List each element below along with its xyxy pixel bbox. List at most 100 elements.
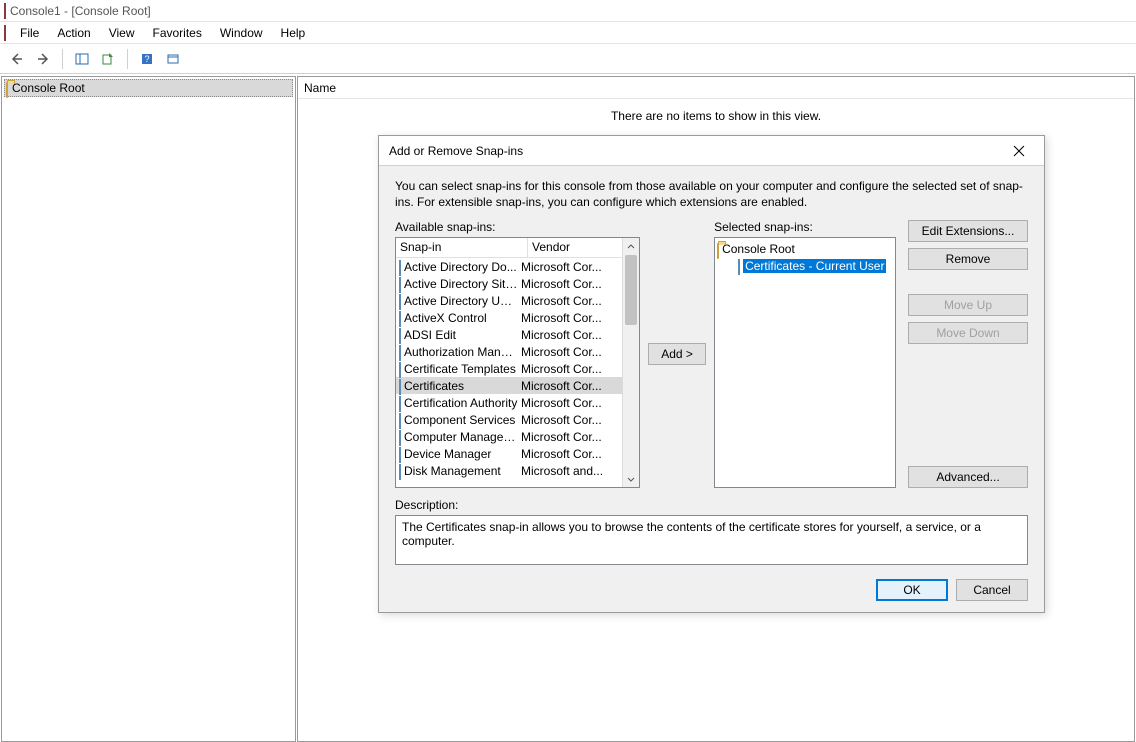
snapin-icon bbox=[399, 311, 401, 325]
selected-child-node[interactable]: Certificates - Current User bbox=[717, 257, 893, 274]
snapin-row[interactable]: Component ServicesMicrosoft Cor... bbox=[396, 411, 622, 428]
move-up-button[interactable]: Move Up bbox=[908, 294, 1028, 316]
snapin-icon bbox=[399, 277, 401, 291]
help-button[interactable]: ? bbox=[136, 48, 158, 70]
snapin-vendor: Microsoft Cor... bbox=[521, 379, 619, 393]
snapin-name: Device Manager bbox=[404, 447, 518, 461]
selected-root-node[interactable]: Console Root bbox=[717, 240, 893, 257]
certificate-icon bbox=[738, 259, 740, 273]
list-header: Name bbox=[298, 77, 1134, 99]
empty-message: There are no items to show in this view. bbox=[298, 99, 1134, 133]
arrow-right-icon bbox=[36, 52, 50, 66]
snapin-vendor: Microsoft Cor... bbox=[521, 345, 619, 359]
column-snapin[interactable]: Snap-in bbox=[396, 238, 528, 257]
dialog-title: Add or Remove Snap-ins bbox=[389, 144, 523, 158]
snapin-vendor: Microsoft Cor... bbox=[521, 311, 619, 325]
mmc-icon bbox=[4, 4, 6, 18]
toolbar-separator bbox=[62, 49, 63, 69]
menu-file[interactable]: File bbox=[12, 24, 47, 42]
folder-icon bbox=[717, 242, 719, 256]
snapin-row[interactable]: Active Directory Do...Microsoft Cor... bbox=[396, 258, 622, 275]
menu-favorites[interactable]: Favorites bbox=[145, 24, 210, 42]
show-hide-tree-button[interactable] bbox=[71, 48, 93, 70]
snapin-row[interactable]: CertificatesMicrosoft Cor... bbox=[396, 377, 622, 394]
arrow-left-icon bbox=[10, 52, 24, 66]
close-icon bbox=[1013, 145, 1025, 157]
snapin-row[interactable]: Certification AuthorityMicrosoft Cor... bbox=[396, 394, 622, 411]
help-icon: ? bbox=[140, 52, 154, 66]
snapin-icon bbox=[399, 260, 401, 274]
selected-snapins-tree[interactable]: Console Root Certificates - Current User bbox=[714, 237, 896, 488]
scrollbar[interactable] bbox=[622, 238, 639, 487]
ok-button[interactable]: OK bbox=[876, 579, 948, 601]
menu-help[interactable]: Help bbox=[273, 24, 314, 42]
back-button[interactable] bbox=[6, 48, 28, 70]
snapin-name: ActiveX Control bbox=[404, 311, 518, 325]
menu-action[interactable]: Action bbox=[49, 24, 98, 42]
remove-button[interactable]: Remove bbox=[908, 248, 1028, 270]
snapin-icon bbox=[399, 294, 401, 308]
chevron-down-icon bbox=[627, 475, 635, 483]
mmc-small-icon bbox=[4, 26, 6, 40]
snapin-vendor: Microsoft Cor... bbox=[521, 430, 619, 444]
snapin-row[interactable]: Computer Managem...Microsoft Cor... bbox=[396, 428, 622, 445]
snapin-vendor: Microsoft Cor... bbox=[521, 260, 619, 274]
toolbar-separator bbox=[127, 49, 128, 69]
description-label: Description: bbox=[395, 498, 1028, 512]
selected-root-label: Console Root bbox=[722, 242, 795, 256]
menu-window[interactable]: Window bbox=[212, 24, 271, 42]
tree-pane[interactable]: Console Root bbox=[1, 76, 296, 742]
export-button[interactable] bbox=[97, 48, 119, 70]
tree-root-label: Console Root bbox=[12, 81, 85, 95]
snapin-vendor: Microsoft Cor... bbox=[521, 396, 619, 410]
window-icon bbox=[166, 52, 180, 66]
svg-text:?: ? bbox=[144, 54, 149, 64]
snapin-row[interactable]: Disk ManagementMicrosoft and... bbox=[396, 462, 622, 479]
menu-view[interactable]: View bbox=[101, 24, 143, 42]
scroll-up-button[interactable] bbox=[623, 238, 639, 255]
available-snapins-list[interactable]: Snap-in Vendor Active Directory Do...Mic… bbox=[395, 237, 640, 488]
advanced-button[interactable]: Advanced... bbox=[908, 466, 1028, 488]
snapin-row[interactable]: ActiveX ControlMicrosoft Cor... bbox=[396, 309, 622, 326]
snapin-row[interactable]: Active Directory Use...Microsoft Cor... bbox=[396, 292, 622, 309]
snapin-vendor: Microsoft Cor... bbox=[521, 362, 619, 376]
snapin-vendor: Microsoft Cor... bbox=[521, 447, 619, 461]
export-icon bbox=[101, 52, 115, 66]
chevron-up-icon bbox=[627, 243, 635, 251]
snapin-row[interactable]: Device ManagerMicrosoft Cor... bbox=[396, 445, 622, 462]
snapin-vendor: Microsoft and... bbox=[521, 464, 619, 478]
snapin-vendor: Microsoft Cor... bbox=[521, 277, 619, 291]
snapin-name: ADSI Edit bbox=[404, 328, 518, 342]
forward-button[interactable] bbox=[32, 48, 54, 70]
new-window-button[interactable] bbox=[162, 48, 184, 70]
snapin-row[interactable]: Active Directory Site...Microsoft Cor... bbox=[396, 275, 622, 292]
scroll-down-button[interactable] bbox=[623, 470, 639, 487]
edit-extensions-button[interactable]: Edit Extensions... bbox=[908, 220, 1028, 242]
snapin-icon bbox=[399, 362, 401, 376]
snapin-icon bbox=[399, 345, 401, 359]
selected-label: Selected snap-ins: bbox=[714, 220, 896, 234]
available-label: Available snap-ins: bbox=[395, 220, 640, 234]
add-button[interactable]: Add > bbox=[648, 343, 706, 365]
cancel-button[interactable]: Cancel bbox=[956, 579, 1028, 601]
dialog-intro-text: You can select snap-ins for this console… bbox=[395, 178, 1028, 210]
window-title: Console1 - [Console Root] bbox=[10, 4, 151, 18]
snapin-row[interactable]: Authorization ManagerMicrosoft Cor... bbox=[396, 343, 622, 360]
snapin-icon bbox=[399, 379, 401, 393]
snapin-icon bbox=[399, 396, 401, 410]
add-remove-snapins-dialog: Add or Remove Snap-ins You can select sn… bbox=[378, 135, 1045, 613]
scroll-thumb[interactable] bbox=[625, 255, 637, 325]
snapin-name: Active Directory Do... bbox=[404, 260, 518, 274]
dialog-titlebar: Add or Remove Snap-ins bbox=[379, 136, 1044, 166]
tree-root-node[interactable]: Console Root bbox=[4, 79, 293, 97]
snapin-icon bbox=[399, 328, 401, 342]
snapin-row[interactable]: Certificate TemplatesMicrosoft Cor... bbox=[396, 360, 622, 377]
snapin-vendor: Microsoft Cor... bbox=[521, 328, 619, 342]
selected-child-label: Certificates - Current User bbox=[743, 259, 886, 273]
column-name[interactable]: Name bbox=[298, 81, 498, 95]
snapin-row[interactable]: ADSI EditMicrosoft Cor... bbox=[396, 326, 622, 343]
move-down-button[interactable]: Move Down bbox=[908, 322, 1028, 344]
snapin-icon bbox=[399, 464, 401, 478]
panes-icon bbox=[75, 52, 89, 66]
dialog-close-button[interactable] bbox=[1004, 141, 1034, 161]
